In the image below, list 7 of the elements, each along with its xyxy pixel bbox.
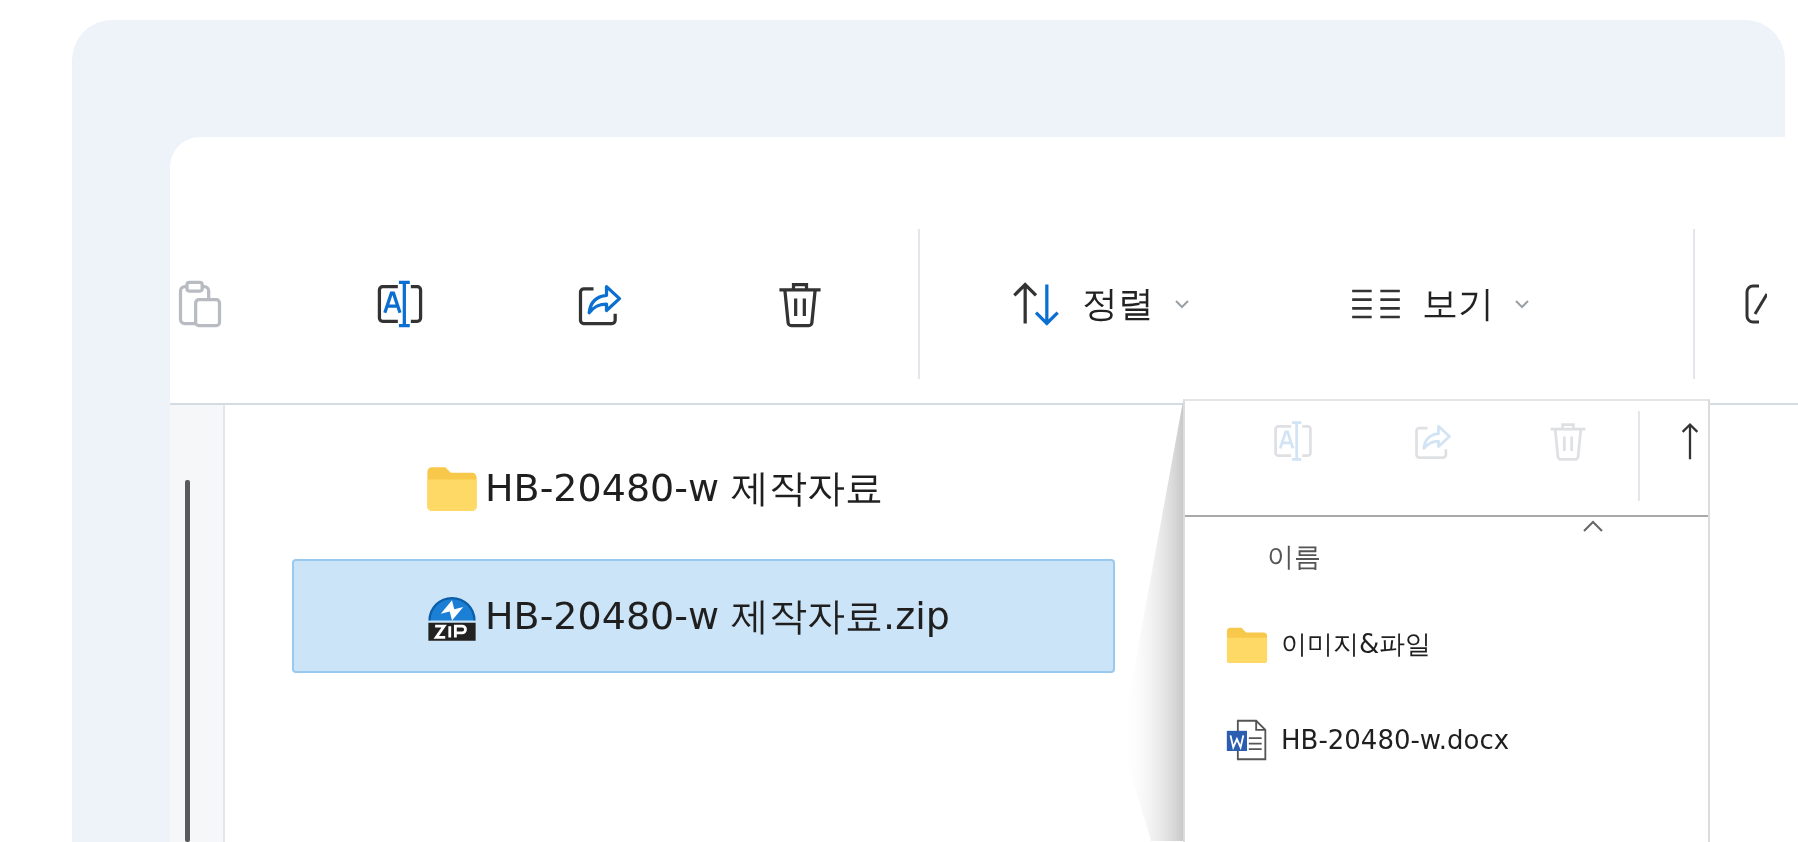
file-item[interactable]: HB-20480-w.docx bbox=[1185, 692, 1708, 787]
sort-menu-button[interactable]: 정렬 bbox=[965, 259, 1235, 349]
view-menu-button[interactable]: 보기 bbox=[1305, 259, 1575, 349]
file-item[interactable]: HB-20480-w 제작자료 bbox=[292, 431, 1115, 545]
name-column-header[interactable]: 이름 bbox=[1267, 539, 1321, 575]
file-item[interactable]: HB-20480-w 제작자료.zip bbox=[292, 559, 1115, 673]
file-item[interactable]: 이미지&파일 bbox=[1185, 597, 1708, 692]
